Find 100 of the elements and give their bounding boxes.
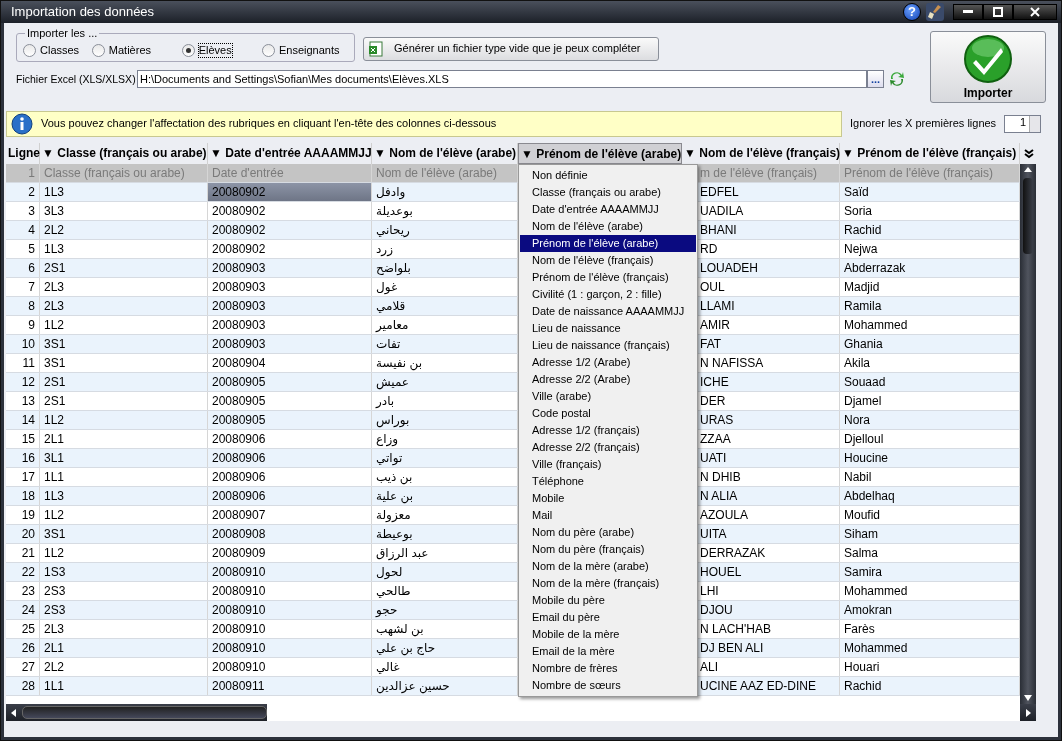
row-number: 9: [6, 316, 40, 334]
table-cell: 2L3: [40, 620, 208, 638]
row-number: 2: [6, 183, 40, 201]
table-cell: 20080906: [208, 468, 372, 486]
table-cell: 20080905: [208, 373, 372, 391]
table-cell: 2L1: [40, 430, 208, 448]
skip-lines-spinner[interactable]: 1: [1004, 115, 1042, 133]
radio-label[interactable]: Elèves: [198, 44, 232, 58]
table-cell: 20080909: [208, 544, 372, 562]
row-number: 27: [6, 658, 40, 676]
row-number: 11: [6, 354, 40, 372]
table-cell: 1L3: [40, 487, 208, 505]
table-cell: 1L2: [40, 316, 208, 334]
horizontal-scrollbar[interactable]: [6, 704, 1036, 721]
radio-button[interactable]: [91, 44, 105, 58]
info-icon: [11, 113, 33, 135]
row-number: 10: [6, 335, 40, 353]
skip-lines-label: Ignorer les X premières lignes: [850, 117, 997, 131]
row-number: 24: [6, 601, 40, 619]
table-cell: 20080903: [208, 335, 372, 353]
row-number: 1: [6, 164, 40, 182]
row-number: 18: [6, 487, 40, 505]
scrollbar-thumb[interactable]: [22, 706, 267, 719]
import-button[interactable]: Importer: [930, 31, 1046, 103]
browse-button[interactable]: ...: [867, 70, 884, 89]
table-cell: 2L3: [40, 297, 208, 315]
column-hint: Date d'entrée: [208, 164, 372, 182]
row-number: 13: [6, 392, 40, 410]
radio-label[interactable]: Classes: [40, 44, 80, 58]
table-cell: 20080907: [208, 506, 372, 524]
spreadsheet-icon: [368, 40, 384, 57]
row-number: 12: [6, 373, 40, 391]
column-hint: Classe (français ou arabe): [40, 164, 208, 182]
table-cell: 3S1: [40, 354, 208, 372]
row-number: 26: [6, 639, 40, 657]
row-number: 17: [6, 468, 40, 486]
row-number: 4: [6, 221, 40, 239]
more-columns-icon[interactable]: [1024, 148, 1034, 159]
table-cell: 3L1: [40, 449, 208, 467]
table-cell: 20080903: [208, 316, 372, 334]
brush-icon[interactable]: [925, 2, 945, 22]
refresh-icon[interactable]: [888, 70, 906, 89]
table-cell: 2S3: [40, 582, 208, 600]
radio-button[interactable]: [181, 44, 195, 58]
close-icon[interactable]: [1030, 7, 1040, 17]
table-cell: 1S3: [40, 563, 208, 581]
table-cell: 20080910: [208, 658, 372, 676]
table-cell: 2S1: [40, 259, 208, 277]
table-cell: 20080910: [208, 639, 372, 657]
table-cell: 20080902: [208, 183, 372, 201]
maximize-icon[interactable]: [993, 7, 1003, 17]
scrollbar-thumb[interactable]: [1023, 178, 1033, 254]
table-cell: 2L3: [40, 278, 208, 296]
table-cell: 1L1: [40, 677, 208, 695]
table-cell: 20080910: [208, 563, 372, 581]
table-cell: 20080903: [208, 297, 372, 315]
radio-button[interactable]: [23, 44, 36, 58]
table-cell: 20080905: [208, 411, 372, 429]
table-cell: 20080903: [208, 259, 372, 277]
table-cell: 20080902: [208, 240, 372, 258]
group-legend: Importer les ...: [25, 27, 100, 41]
table-cell: 2S3: [40, 601, 208, 619]
menu-item[interactable]: Prénom de l'élève (arabe): [520, 235, 696, 252]
vertical-scrollbar[interactable]: [1020, 164, 1036, 704]
table-cell: 2L2: [40, 221, 208, 239]
table-cell: 20080904: [208, 354, 372, 372]
table-cell: 1L2: [40, 544, 208, 562]
column-header[interactable]: ▼ Prénom de l'élève (arabe): [518, 143, 682, 164]
table-cell: 20080906: [208, 449, 372, 467]
table-cell: 1L3: [40, 240, 208, 258]
checkmark-icon: [963, 33, 1013, 84]
table-cell: 20080906: [208, 430, 372, 448]
table-cell: 20080911: [208, 677, 372, 695]
table-cell: 3S1: [40, 525, 208, 543]
row-number: 3: [6, 202, 40, 220]
table-cell: 2L1: [40, 639, 208, 657]
table-cell: 2S1: [40, 392, 208, 410]
file-path-field[interactable]: H:\Documents and Settings\Sofian\Mes documents\Elèves.XLS: [137, 70, 867, 89]
row-number: 15: [6, 430, 40, 448]
table-cell: 2S1: [40, 373, 208, 391]
radio-button[interactable]: [262, 44, 275, 58]
row-number: 20: [6, 525, 40, 543]
table-cell: 20080905: [208, 392, 372, 410]
minimize-icon[interactable]: [963, 10, 973, 14]
row-number: 19: [6, 506, 40, 524]
row-number: 16: [6, 449, 40, 467]
table-cell: 1L2: [40, 411, 208, 429]
table-cell: 2L2: [40, 658, 208, 676]
window-title: Importation des données: [11, 4, 156, 20]
table-cell: 3S1: [40, 335, 208, 353]
row-number: 6: [6, 259, 40, 277]
table-cell: 20080910: [208, 601, 372, 619]
row-number: 25: [6, 620, 40, 638]
file-label: Fichier Excel (XLS/XLSX): [16, 72, 137, 86]
table-cell: 3L3: [40, 202, 208, 220]
table-cell: 20080906: [208, 487, 372, 505]
radio-label[interactable]: Enseignants: [279, 44, 340, 58]
table-cell: 20080903: [208, 278, 372, 296]
radio-label[interactable]: Matières: [108, 44, 151, 58]
generate-button[interactable]: Générer un fichier type vide que je peux compléter: [363, 36, 660, 61]
